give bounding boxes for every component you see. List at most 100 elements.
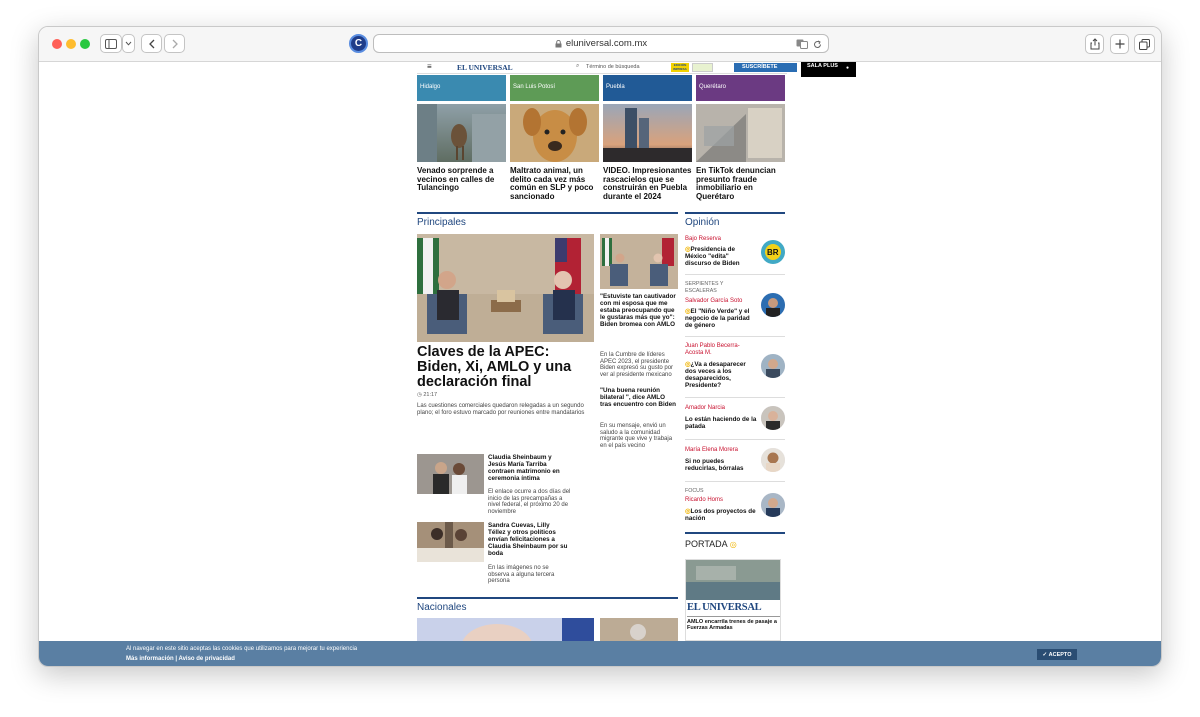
opinion-title-text-2: El "Niño Verde" y el negocio de la parid… bbox=[685, 308, 750, 329]
page-content: ≡ EL UNIVERSAL ⌕ Término de búsqueda EDI… bbox=[39, 62, 1161, 666]
opinion-author-3[interactable]: Juan Pablo Becerra-Acosta M. bbox=[685, 343, 749, 356]
category-hidalgo[interactable]: Hidalgo bbox=[417, 75, 506, 101]
reload-icon[interactable] bbox=[813, 40, 822, 49]
property-image bbox=[696, 108, 782, 162]
side-story-headline-1[interactable]: "Estuviste tan cautivador con mi esposa … bbox=[600, 293, 678, 328]
opinion-title-1[interactable]: ◎Presidencia de México "edita" discurso … bbox=[685, 246, 755, 267]
deer-image bbox=[417, 104, 506, 162]
deer-photo[interactable] bbox=[417, 104, 506, 162]
sidebar-toggle-button[interactable] bbox=[100, 34, 122, 53]
plus-icon bbox=[1115, 39, 1124, 49]
portada-cover[interactable]: EL UNIVERSAL AMLO encarrila trenes de pa… bbox=[685, 559, 781, 641]
lock-icon bbox=[555, 39, 562, 47]
address-bar[interactable]: eluniversal.com.mx bbox=[373, 34, 829, 53]
category-puebla[interactable]: Puebla bbox=[603, 75, 692, 101]
close-window-button[interactable] bbox=[52, 39, 62, 49]
zoom-window-button[interactable] bbox=[80, 39, 90, 49]
subscribe-button[interactable]: SUSCRÍBETE bbox=[734, 63, 797, 72]
author-avatar-2[interactable] bbox=[761, 293, 785, 317]
opinion-title-5[interactable]: Si no puedes reducirlas, bórralas bbox=[685, 458, 757, 472]
share-icon bbox=[1090, 38, 1099, 50]
main-time: 21:17 bbox=[423, 392, 438, 398]
author-avatar-4[interactable] bbox=[761, 406, 785, 430]
sala-plus-badge[interactable]: SALA PLUS ● bbox=[801, 62, 856, 77]
headline-slp[interactable]: Maltrato animal, un delito cada vez más … bbox=[510, 166, 599, 201]
minimize-window-button[interactable] bbox=[66, 39, 76, 49]
side-story-summary-1: En la Cumbre de líderes APEC 2023, el pr… bbox=[600, 352, 674, 379]
opinion-title-text-3: ¿Va a desaparecer dos veces a los desapa… bbox=[685, 361, 746, 389]
biden-amlo-image bbox=[600, 234, 678, 289]
list-story-headline-2[interactable]: Sandra Cuevas, Lilly Téllez y otros polí… bbox=[488, 522, 568, 557]
portada-title[interactable]: PORTADA ◎ bbox=[685, 539, 737, 549]
apec-main-photo[interactable] bbox=[417, 234, 594, 342]
list-story-headline-1[interactable]: Claudia Sheinbaum y Jesús María Tarriba … bbox=[488, 454, 568, 482]
partner-logo[interactable] bbox=[692, 63, 713, 72]
opinion-title[interactable]: Opinión bbox=[685, 217, 719, 228]
opinion-divider bbox=[685, 336, 785, 337]
principales-title[interactable]: Principales bbox=[417, 217, 466, 228]
category-label: Hidalgo bbox=[420, 84, 441, 90]
translate-icon[interactable] bbox=[796, 39, 808, 49]
new-tab-button[interactable] bbox=[1110, 34, 1129, 54]
chevron-right-icon bbox=[172, 39, 178, 48]
opinion-title-text-1: Presidencia de México "edita" discurso d… bbox=[685, 246, 740, 267]
author-photo-4 bbox=[761, 406, 785, 430]
share-button[interactable] bbox=[1085, 34, 1104, 54]
cookie-accept-button[interactable]: ✓ ACEPTO bbox=[1037, 649, 1077, 660]
category-san-luis-potosi[interactable]: San Luis Potosí bbox=[510, 75, 599, 101]
category-label: Puebla bbox=[606, 84, 625, 90]
author-avatar-5[interactable] bbox=[761, 448, 785, 472]
portada-photo bbox=[686, 560, 780, 600]
author-avatar-1[interactable]: BR bbox=[761, 240, 785, 264]
headline-queretaro[interactable]: En TikTok denuncian presunto fraude inmo… bbox=[696, 166, 785, 201]
search-icon[interactable]: ⌕ bbox=[576, 63, 579, 70]
opinion-title-3[interactable]: ◎¿Va a desaparecer dos veces a los desap… bbox=[685, 361, 757, 389]
cookie-links[interactable]: Más información | Aviso de privacidad bbox=[126, 656, 235, 662]
play-icon: ◎ bbox=[729, 540, 737, 549]
opinion-divider bbox=[685, 439, 785, 440]
side-story-photo[interactable] bbox=[600, 234, 678, 289]
opinion-title-4[interactable]: Lo están haciendo de la patada bbox=[685, 416, 757, 430]
tabs-icon bbox=[1139, 38, 1150, 50]
forward-button[interactable] bbox=[164, 34, 185, 53]
tab-overview-button[interactable] bbox=[1134, 34, 1155, 54]
author-photo-6 bbox=[761, 493, 785, 517]
svg-text:BR: BR bbox=[767, 248, 779, 257]
category-queretaro[interactable]: Querétaro bbox=[696, 75, 785, 101]
opinion-title-2[interactable]: ◎El "Niño Verde" y el negocio de la pari… bbox=[685, 308, 757, 329]
opinion-author-1[interactable]: Bajo Reserva bbox=[685, 236, 721, 243]
nacionales-title[interactable]: Nacionales bbox=[417, 602, 466, 613]
author-avatar-3[interactable] bbox=[761, 354, 785, 378]
dog-photo[interactable] bbox=[510, 104, 599, 162]
opinion-author-4[interactable]: Amador Narcia bbox=[685, 405, 725, 412]
opinion-author-6[interactable]: Ricardo Homs bbox=[685, 497, 723, 504]
main-headline[interactable]: Claves de la APEC: Biden, Xi, AMLO y una… bbox=[417, 345, 597, 390]
list-story-photo-2[interactable] bbox=[417, 522, 484, 562]
opinion-title-6[interactable]: ◎Los dos proyectos de nación bbox=[685, 508, 757, 522]
site-logo[interactable]: EL UNIVERSAL bbox=[457, 63, 513, 72]
headline-hidalgo[interactable]: Venado sorprende a vecinos en calles de … bbox=[417, 166, 506, 193]
headline-puebla[interactable]: VIDEO. Impresionantes rascacielos que se… bbox=[603, 166, 692, 201]
opinion-author-2[interactable]: Salvador García Soto bbox=[685, 298, 742, 305]
list-story-photo-1[interactable] bbox=[417, 454, 484, 494]
list-story-summary-1: El enlace ocurre a dos días del inicio d… bbox=[488, 489, 571, 516]
main-summary: Las cuestiones comerciales quedaron rele… bbox=[417, 403, 585, 416]
search-input[interactable]: Término de búsqueda bbox=[586, 64, 640, 70]
skyscraper-photo[interactable] bbox=[603, 104, 692, 162]
url-text: eluniversal.com.mx bbox=[565, 38, 648, 49]
back-button[interactable] bbox=[141, 34, 162, 53]
sidebar-menu-button[interactable] bbox=[122, 34, 135, 53]
portada-rule bbox=[685, 532, 785, 534]
author-avatar-6[interactable] bbox=[761, 493, 785, 517]
browser-toolbar: C eluniversal.com.mx bbox=[39, 27, 1161, 62]
property-photo[interactable] bbox=[696, 104, 785, 162]
hamburger-menu-icon[interactable]: ≡ bbox=[427, 62, 432, 71]
site-top-nav: ≡ EL UNIVERSAL ⌕ Término de búsqueda EDI… bbox=[417, 62, 797, 74]
opinion-column-6: FOCUS bbox=[685, 488, 704, 494]
principales-rule bbox=[417, 212, 678, 214]
extension-icon[interactable]: C bbox=[349, 34, 368, 53]
bajo-reserva-logo: BR bbox=[765, 244, 781, 260]
opinion-author-5[interactable]: María Elena Morera bbox=[685, 447, 738, 454]
edicion-impresa-badge[interactable]: EDICIÓN IMPRESA bbox=[671, 63, 689, 72]
side-story-headline-2[interactable]: "Una buena reunión bilateral ", dice AML… bbox=[600, 387, 678, 408]
